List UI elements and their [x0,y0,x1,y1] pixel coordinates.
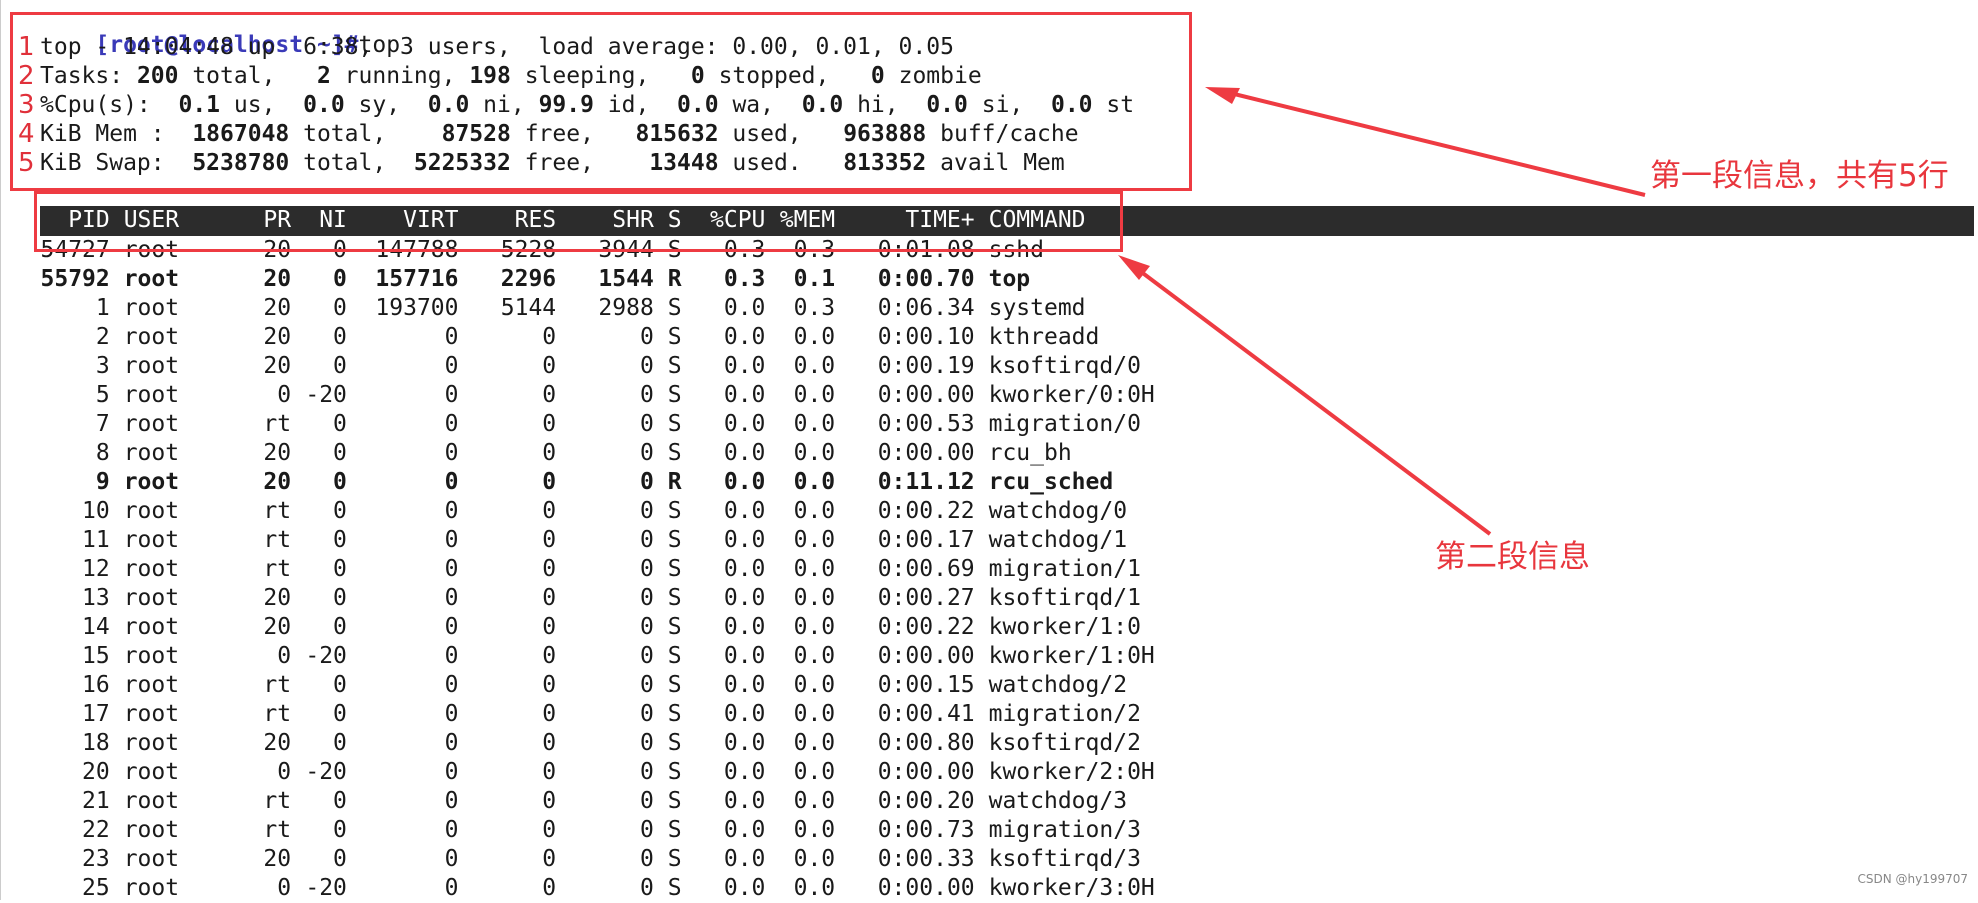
annotation-arrows [1118,87,1646,536]
section2-arrow [1126,260,1492,536]
section1-annotation: 第一段信息，共有5行 [1650,158,1949,194]
terminal-window[interactable]: [root@localhost ~]#top 1 2 3 4 5 top - 1… [0,0,1978,901]
section1-arrowhead [1205,87,1240,104]
watermark: CSDN @hy199707 [1857,872,1968,886]
section1-arrow [1217,88,1646,197]
section2-annotation: 第二段信息 [1435,539,1590,575]
